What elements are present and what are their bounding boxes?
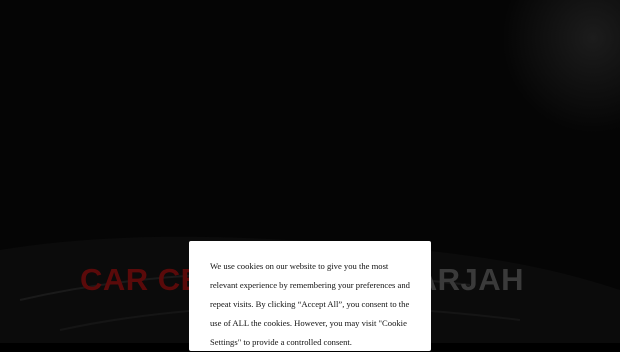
cookie-consent-message: We use cookies on our website to give yo… xyxy=(210,261,410,347)
hero-title-part-1: CAR CE xyxy=(80,262,202,297)
cookie-consent-banner: We use cookies on our website to give yo… xyxy=(189,241,431,351)
